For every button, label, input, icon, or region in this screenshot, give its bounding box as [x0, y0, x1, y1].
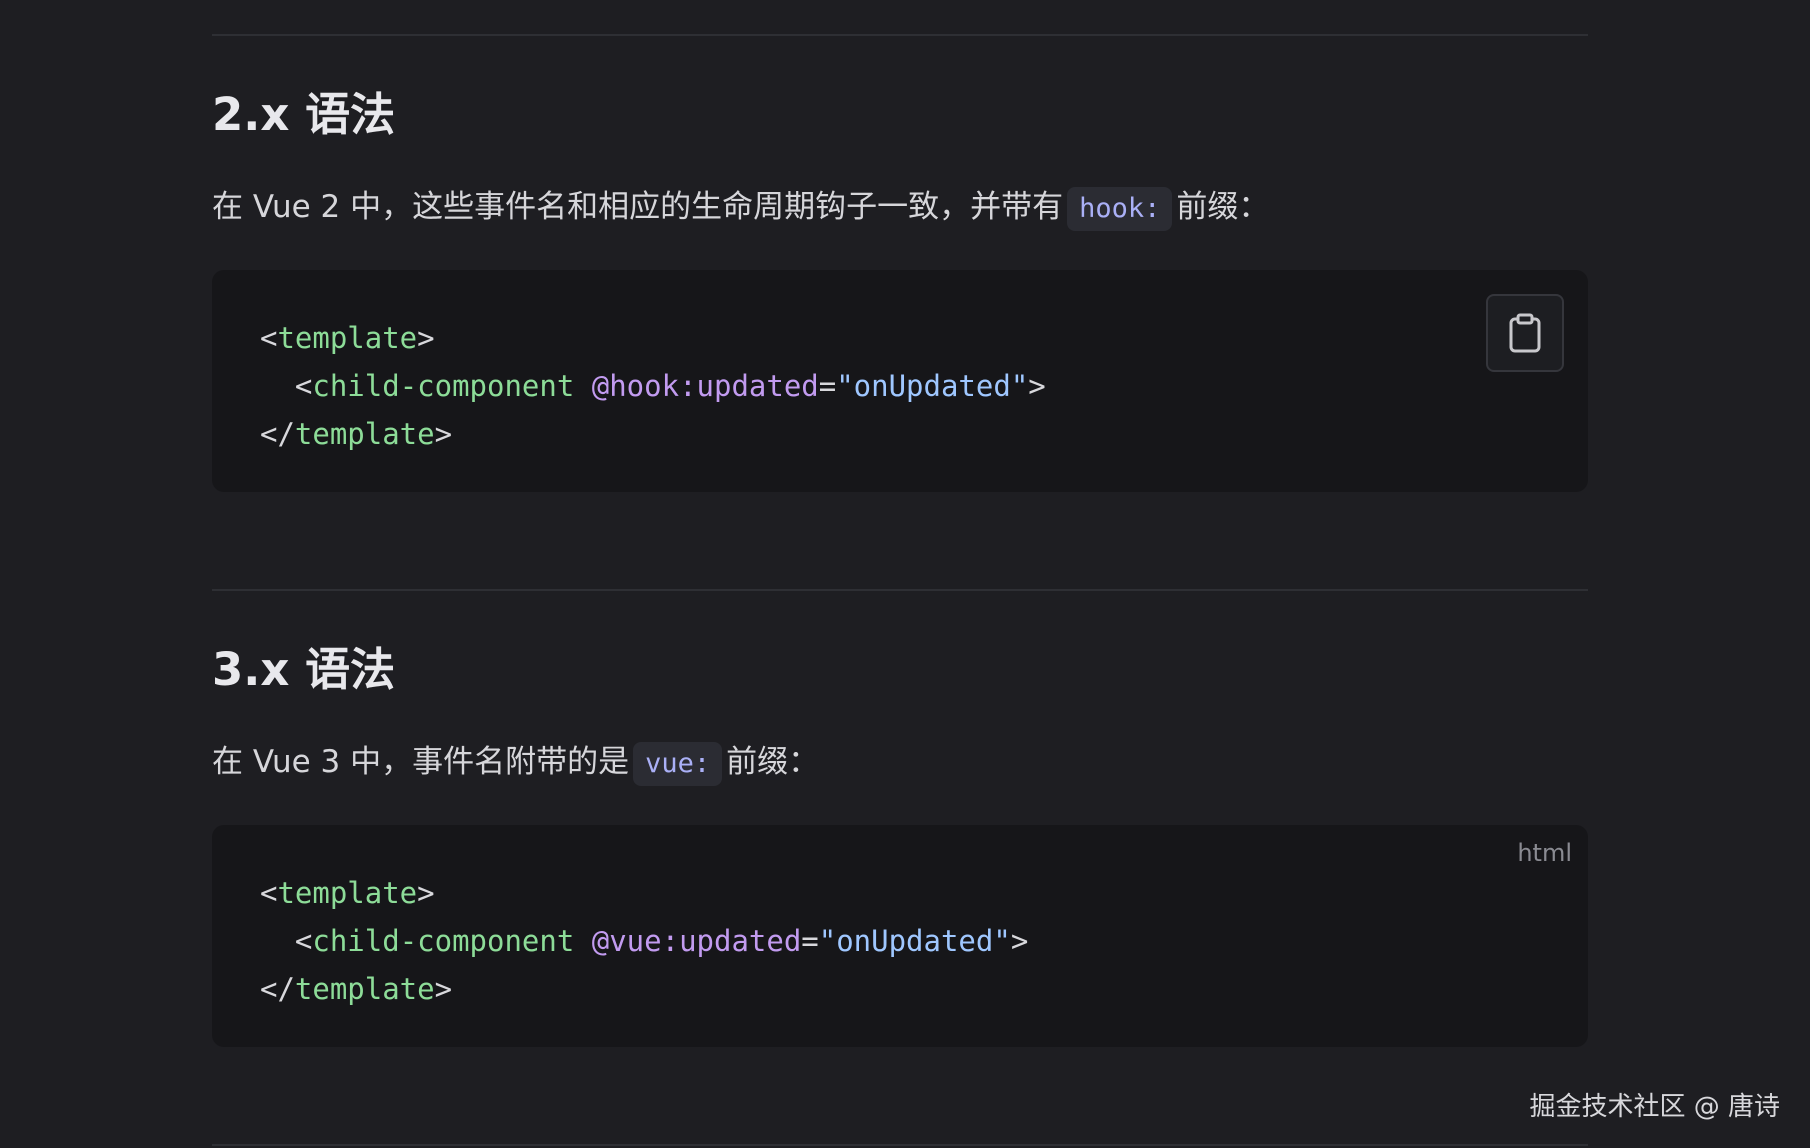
code-punct: > — [417, 876, 435, 910]
code-punct: > — [1028, 369, 1046, 403]
code-punct: = — [801, 924, 819, 958]
heading-3x: 3.x 语法 — [212, 643, 396, 696]
code-tag: child-component — [312, 369, 575, 403]
code-attr: @hook:updated — [591, 369, 819, 403]
inline-code-hook: hook: — [1067, 187, 1173, 231]
code-punct: < — [294, 924, 313, 958]
code-line: <child-component @vue:updated="onUpdated… — [260, 924, 1028, 958]
copy-code-button[interactable] — [1486, 294, 1564, 372]
code-line: <template> — [260, 321, 435, 355]
code-tag: template — [277, 321, 418, 355]
code-tag: template — [294, 972, 435, 1006]
paragraph-2x-suffix: 前缀： — [1176, 189, 1270, 225]
code-punct: = — [818, 369, 837, 403]
code-line: <template> — [260, 876, 435, 910]
paragraph-3x: 在 Vue 3 中，事件名附带的是 vue: 前缀： — [212, 739, 819, 786]
divider-top — [212, 34, 1588, 36]
paragraph-2x: 在 Vue 2 中，这些事件名和相应的生命周期钩子一致，并带有 hook: 前缀： — [212, 184, 1269, 231]
code-string: "onUpdated" — [836, 369, 1029, 403]
code-attr: @vue:updated — [591, 924, 802, 958]
code-punct: > — [434, 972, 453, 1006]
divider-middle — [212, 589, 1588, 591]
watermark: 掘金技术社区 @ 唐诗 — [1529, 1092, 1780, 1122]
code-2x: <template> <child-component @hook:update… — [260, 314, 1046, 458]
code-punct: > — [1010, 924, 1029, 958]
paragraph-2x-text: 在 Vue 2 中，这些事件名和相应的生命周期钩子一致，并带有 — [212, 189, 1064, 225]
code-line: </template> — [260, 417, 452, 451]
code-block-3x: html <template> <child-component @vue:up… — [212, 825, 1588, 1047]
code-line: </template> — [260, 972, 452, 1006]
divider-bottom — [212, 1144, 1588, 1146]
code-tag: template — [294, 417, 435, 451]
code-line: <child-component @hook:updated="onUpdate… — [260, 369, 1046, 403]
code-punct: </ — [260, 417, 295, 451]
code-language-label: html — [1517, 839, 1572, 867]
code-string: "onUpdated" — [818, 924, 1011, 958]
code-punct: > — [434, 417, 453, 451]
heading-2x: 2.x 语法 — [212, 88, 396, 141]
code-3x: <template> <child-component @vue:updated… — [260, 869, 1028, 1013]
inline-code-vue: vue: — [633, 742, 723, 786]
code-tag: child-component — [312, 924, 575, 958]
clipboard-icon — [1509, 313, 1541, 353]
code-punct: < — [260, 876, 278, 910]
code-punct: < — [294, 369, 313, 403]
paragraph-3x-suffix: 前缀： — [726, 744, 820, 780]
code-tag: template — [277, 876, 418, 910]
code-punct: </ — [260, 972, 295, 1006]
paragraph-3x-text: 在 Vue 3 中，事件名附带的是 — [212, 744, 630, 780]
code-punct: < — [260, 321, 278, 355]
code-block-2x: <template> <child-component @hook:update… — [212, 270, 1588, 492]
code-punct: > — [417, 321, 435, 355]
